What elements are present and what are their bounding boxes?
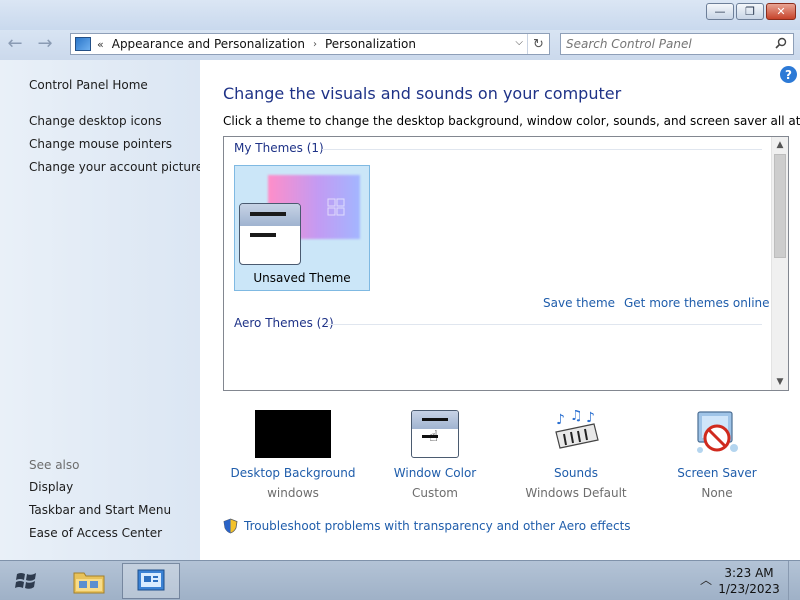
page-title: Change the visuals and sounds on your co…: [223, 84, 622, 103]
system-clock[interactable]: 3:23 AM 1/23/2023: [718, 565, 780, 597]
maximize-button[interactable]: ❐: [736, 3, 764, 20]
sounds-link[interactable]: Sounds: [511, 466, 641, 480]
change-mouse-pointers-link[interactable]: Change mouse pointers: [29, 137, 172, 151]
save-theme-link[interactable]: Save theme: [543, 296, 615, 310]
change-account-picture-link[interactable]: Change your account picture: [29, 160, 203, 174]
scroll-down-button[interactable]: ▼: [772, 374, 788, 390]
taskbar-control-panel-button[interactable]: [122, 563, 180, 599]
back-button[interactable]: ←: [4, 35, 26, 55]
desktop-background-thumbnail: [255, 410, 331, 458]
scrollbar-thumb[interactable]: [774, 154, 786, 258]
see-also-label: See also: [29, 458, 80, 472]
hand-cursor-icon: ☝: [429, 427, 439, 445]
windows-start-icon: [15, 573, 36, 589]
svg-text:♪: ♪: [586, 410, 595, 426]
refresh-button[interactable]: ↻: [527, 34, 549, 54]
desktop-background-value: windows: [267, 486, 319, 500]
theme-window-preview: [239, 203, 301, 265]
address-dropdown-icon[interactable]: ⌵: [515, 37, 523, 48]
close-button[interactable]: ✕: [766, 3, 796, 20]
window-controls: — ❐ ✕: [706, 3, 796, 20]
change-desktop-icons-link[interactable]: Change desktop icons: [29, 114, 162, 128]
window-color-value: Custom: [412, 486, 458, 500]
taskbar-start-menu-link[interactable]: Taskbar and Start Menu: [29, 503, 171, 517]
minimize-button[interactable]: —: [706, 3, 734, 20]
window-color-setting[interactable]: ☝ Window Color Custom: [370, 410, 500, 500]
troubleshoot-link[interactable]: Troubleshoot problems with transparency …: [244, 519, 631, 533]
search-box: [560, 33, 794, 55]
main-pane: ? Change the visuals and sounds on your …: [200, 60, 800, 560]
start-button[interactable]: [12, 567, 42, 595]
window-color-icon: ☝: [411, 410, 459, 458]
search-input[interactable]: [566, 37, 766, 51]
screen-saver-icon: [697, 411, 738, 453]
taskbar: ︿ 3:23 AM 1/23/2023: [0, 560, 800, 600]
navigation-bar: ← → « Appearance and Personalization › P…: [0, 30, 800, 60]
search-icon[interactable]: [775, 37, 787, 49]
control-panel-icon: [75, 37, 91, 51]
control-panel-taskbar-icon: [137, 569, 165, 591]
control-panel-home-link[interactable]: Control Panel Home: [29, 78, 148, 92]
scroll-up-button[interactable]: ▲: [772, 137, 788, 153]
page-subtitle: Click a theme to change the desktop back…: [223, 114, 800, 128]
theme-list-scrollbar[interactable]: ▲ ▼: [771, 137, 788, 390]
theme-list: My Themes (1) Unsaved Theme Save theme G…: [223, 136, 789, 391]
window-color-link[interactable]: Window Color: [370, 466, 500, 480]
breadcrumb-overflow[interactable]: «: [97, 38, 104, 51]
sounds-setting[interactable]: ♪ ♫ ♪ Sounds Windows Default: [511, 408, 641, 500]
display-link[interactable]: Display: [29, 480, 73, 494]
clock-date: 1/23/2023: [718, 582, 780, 596]
breadcrumb-separator[interactable]: ›: [313, 39, 317, 50]
group-divider: [322, 149, 762, 150]
clock-time: 3:23 AM: [724, 566, 774, 580]
title-bar: — ❐ ✕: [0, 0, 800, 30]
svg-text:♫: ♫: [570, 410, 583, 424]
address-bar[interactable]: « Appearance and Personalization › Perso…: [70, 33, 550, 55]
theme-unsaved[interactable]: Unsaved Theme: [234, 165, 370, 291]
folder-icon: [73, 572, 105, 594]
left-pane: Control Panel Home Change desktop icons …: [0, 60, 203, 560]
desktop-background-link[interactable]: Desktop Background: [228, 466, 358, 480]
taskbar-explorer-button[interactable]: [60, 563, 118, 599]
svg-text:♪: ♪: [556, 412, 565, 428]
aero-themes-header: Aero Themes (2): [234, 316, 334, 330]
sounds-value: Windows Default: [525, 486, 627, 500]
group-divider: [326, 324, 762, 325]
screen-saver-value: None: [701, 486, 733, 500]
windows-logo-icon: [327, 198, 345, 216]
help-icon[interactable]: ?: [780, 66, 797, 83]
my-themes-header: My Themes (1): [234, 141, 324, 155]
get-more-themes-link[interactable]: Get more themes online: [624, 296, 770, 310]
breadcrumb-personalization[interactable]: Personalization: [325, 37, 416, 51]
screen-saver-link[interactable]: Screen Saver: [652, 466, 782, 480]
ease-of-access-link[interactable]: Ease of Access Center: [29, 526, 162, 540]
forward-button[interactable]: →: [34, 35, 56, 55]
troubleshoot-row[interactable]: Troubleshoot problems with transparency …: [223, 518, 631, 534]
desktop-background-setting[interactable]: Desktop Background windows: [228, 410, 358, 500]
sounds-icon: ♪ ♫ ♪: [555, 408, 599, 449]
theme-name: Unsaved Theme: [253, 271, 351, 285]
show-desktop-button[interactable]: [788, 561, 800, 600]
breadcrumb-appearance[interactable]: Appearance and Personalization: [112, 37, 305, 51]
screen-saver-setting[interactable]: Screen Saver None: [652, 410, 782, 500]
show-hidden-icons-button[interactable]: ︿: [700, 571, 712, 588]
shield-icon: [223, 518, 238, 534]
